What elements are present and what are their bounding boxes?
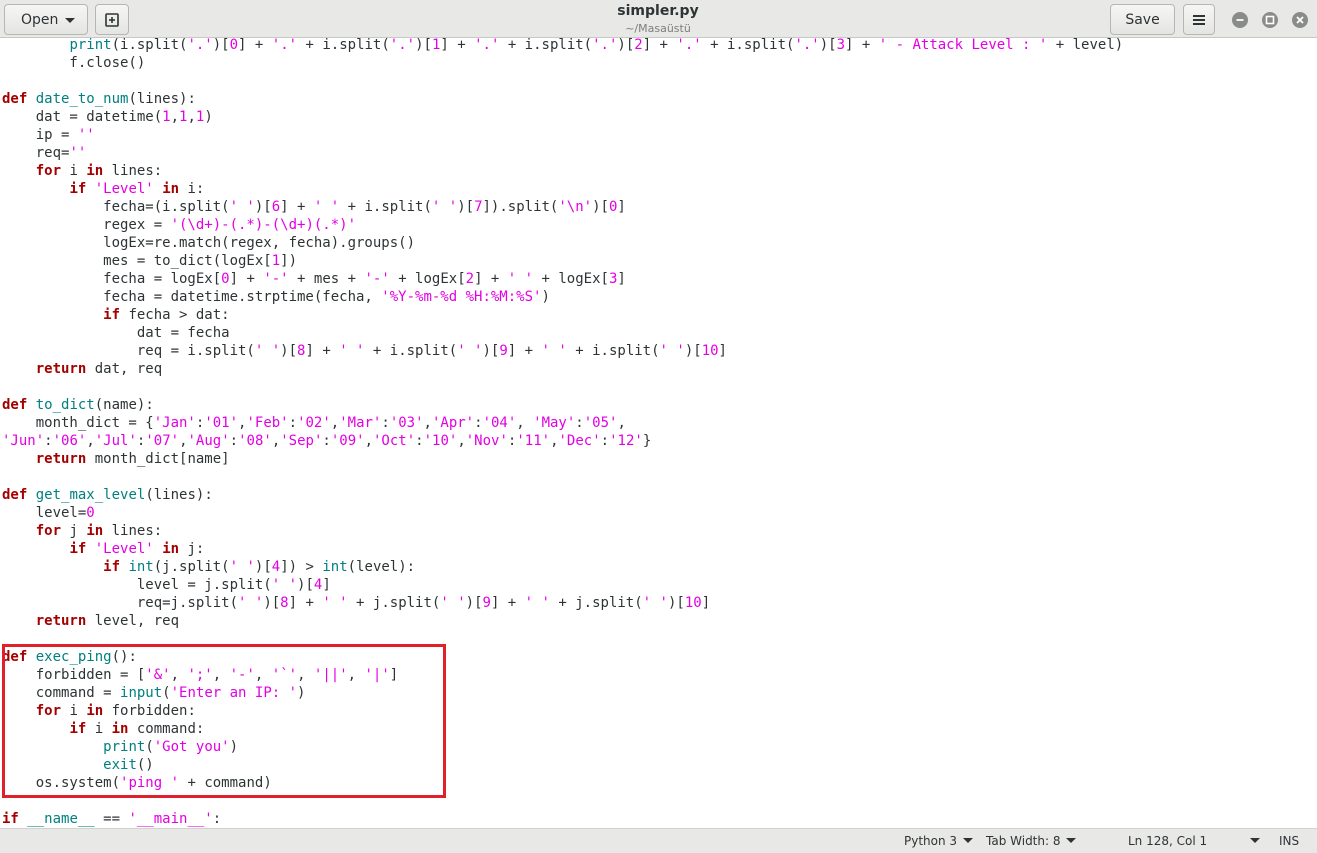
code-line[interactable]: return dat, req bbox=[2, 360, 1123, 378]
tab-width-label: Tab Width: 8 bbox=[986, 834, 1061, 848]
highlight-box bbox=[2, 644, 446, 798]
status-bar: Python 3 Tab Width: 8 Ln 128, Col 1 INS bbox=[0, 828, 1317, 853]
code-line[interactable]: level = j.split(' ')[4] bbox=[2, 576, 1123, 594]
open-button-label: Open bbox=[21, 11, 59, 28]
window-title: simpler.py bbox=[617, 3, 699, 19]
code-line[interactable]: if int(j.split(' ')[4]) > int(level): bbox=[2, 558, 1123, 576]
cursor-position-label: Ln 128, Col 1 bbox=[1128, 834, 1208, 848]
language-selector[interactable]: Python 3 bbox=[904, 834, 974, 848]
scrollbar[interactable] bbox=[1312, 40, 1316, 826]
code-line[interactable]: return level, req bbox=[2, 612, 1123, 630]
code-line[interactable] bbox=[2, 468, 1123, 486]
code-line[interactable] bbox=[2, 72, 1123, 90]
close-window-button[interactable] bbox=[1292, 12, 1308, 28]
chevron-down-icon bbox=[65, 18, 75, 23]
code-line[interactable]: def get_max_level(lines): bbox=[2, 486, 1123, 504]
new-tab-icon bbox=[105, 12, 119, 27]
chevron-down-icon bbox=[1250, 838, 1261, 843]
code-line[interactable]: if __name__ == '__main__': bbox=[2, 810, 1123, 828]
code-line[interactable]: return month_dict[name] bbox=[2, 450, 1123, 468]
code-line[interactable]: req = i.split(' ')[8] + ' ' + i.split(' … bbox=[2, 342, 1123, 360]
code-line[interactable]: if 'Level' in j: bbox=[2, 540, 1123, 558]
code-line[interactable]: req=j.split(' ')[8] + ' ' + j.split(' ')… bbox=[2, 594, 1123, 612]
code-line[interactable]: for j in lines: bbox=[2, 522, 1123, 540]
code-line[interactable]: regex = '(\d+)-(.*)-(\d+)(.*)' bbox=[2, 216, 1123, 234]
code-line[interactable]: level=0 bbox=[2, 504, 1123, 522]
tab-width-selector[interactable]: Tab Width: 8 bbox=[986, 834, 1077, 848]
menu-button[interactable] bbox=[1183, 4, 1215, 35]
window-subtitle: ~/Masaüstü bbox=[625, 22, 691, 35]
new-tab-button[interactable] bbox=[95, 4, 129, 35]
code-line[interactable]: ip = '' bbox=[2, 126, 1123, 144]
code-line[interactable]: fecha = datetime.strptime(fecha, '%Y-%m-… bbox=[2, 288, 1123, 306]
chevron-down-icon bbox=[963, 838, 974, 843]
code-line[interactable]: fecha = logEx[0] + '-' + mes + '-' + log… bbox=[2, 270, 1123, 288]
maximize-icon bbox=[1265, 15, 1275, 25]
code-line[interactable]: if 'Level' in i: bbox=[2, 180, 1123, 198]
minimize-button[interactable] bbox=[1232, 12, 1248, 28]
code-line[interactable]: dat = fecha bbox=[2, 324, 1123, 342]
code-line[interactable]: for i in lines: bbox=[2, 162, 1123, 180]
header-bar: Open simpler.py ~/Masaüstü Save bbox=[0, 0, 1317, 38]
insert-mode-label: INS bbox=[1279, 834, 1300, 848]
cursor-position-selector[interactable]: Ln 128, Col 1 bbox=[1128, 834, 1261, 848]
code-line[interactable]: def to_dict(name): bbox=[2, 396, 1123, 414]
code-line[interactable]: month_dict = {'Jan':'01','Feb':'02','Mar… bbox=[2, 414, 1123, 432]
code-line[interactable]: req='' bbox=[2, 144, 1123, 162]
open-button[interactable]: Open bbox=[4, 4, 88, 35]
code-line[interactable]: 'Jun':'06','Jul':'07','Aug':'08','Sep':'… bbox=[2, 432, 1123, 450]
code-line[interactable]: print(i.split('.')[0] + '.' + i.split('.… bbox=[2, 38, 1123, 54]
code-line[interactable]: dat = datetime(1,1,1) bbox=[2, 108, 1123, 126]
code-line[interactable]: if fecha > dat: bbox=[2, 306, 1123, 324]
code-line[interactable] bbox=[2, 378, 1123, 396]
minimize-icon bbox=[1236, 19, 1244, 21]
code-line[interactable]: logEx=re.match(regex, fecha).groups() bbox=[2, 234, 1123, 252]
code-line[interactable]: fecha=(i.split(' ')[6] + ' ' + i.split('… bbox=[2, 198, 1123, 216]
chevron-down-icon bbox=[1066, 838, 1077, 843]
save-button[interactable]: Save bbox=[1110, 4, 1175, 35]
code-line[interactable]: mes = to_dict(logEx[1]) bbox=[2, 252, 1123, 270]
close-icon bbox=[1296, 16, 1304, 24]
hamburger-menu-icon bbox=[1193, 14, 1205, 25]
code-line[interactable]: f.close() bbox=[2, 54, 1123, 72]
maximize-button[interactable] bbox=[1262, 12, 1278, 28]
code-line[interactable]: def date_to_num(lines): bbox=[2, 90, 1123, 108]
language-label: Python 3 bbox=[904, 834, 958, 848]
